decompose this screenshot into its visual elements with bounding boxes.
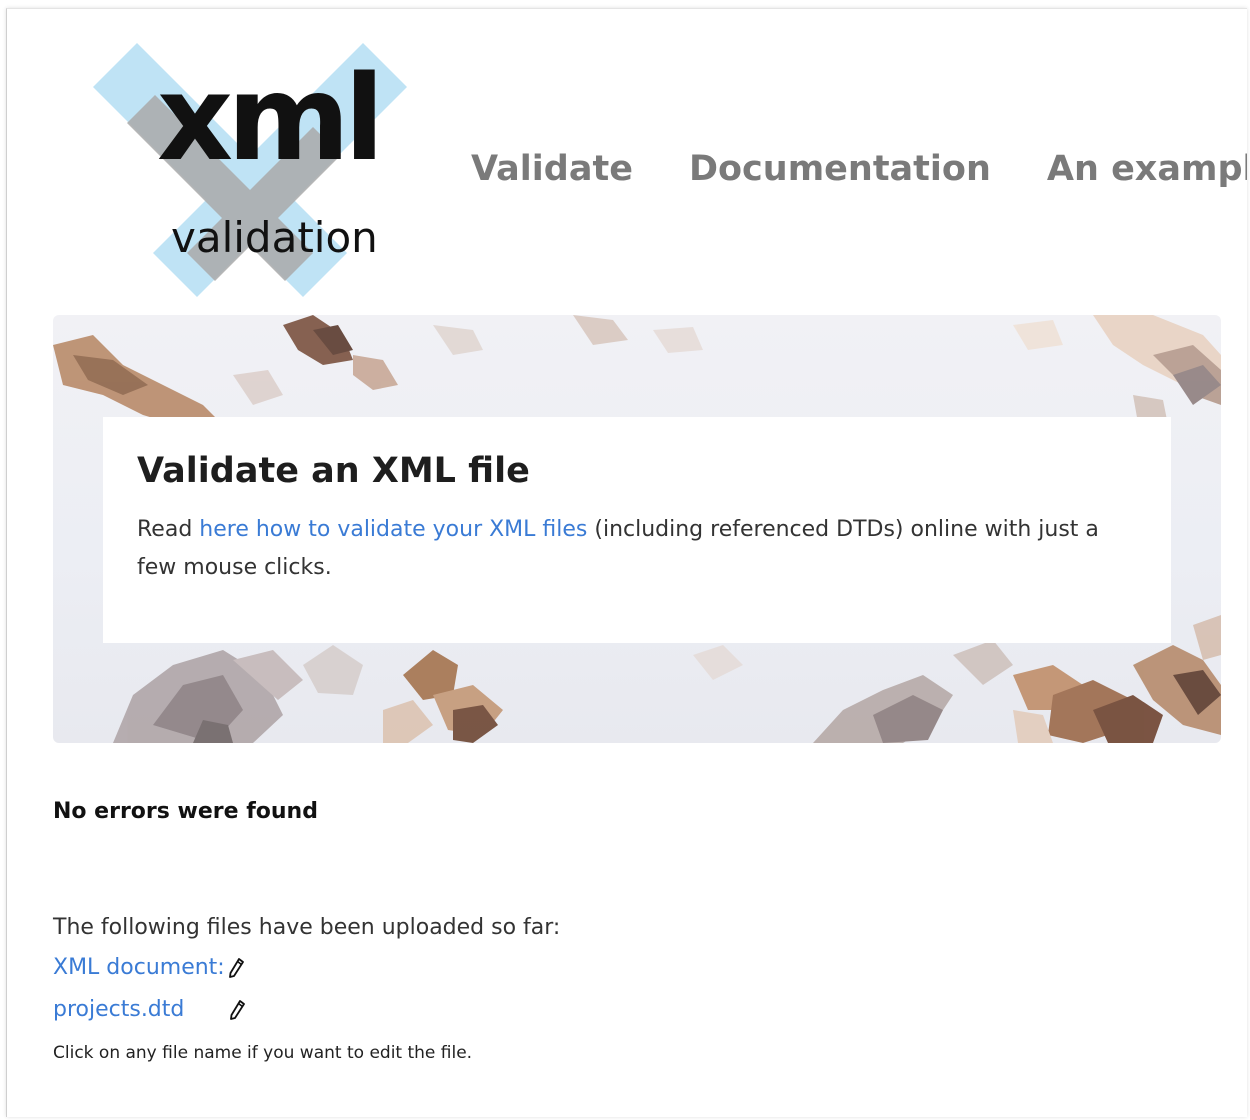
- logo-word: xml: [157, 49, 385, 187]
- hero-text-before: Read: [137, 517, 200, 542]
- hero-description: Read here how to validate your XML files…: [137, 511, 1137, 587]
- uploaded-file-item: XML document:: [53, 955, 245, 980]
- hero-how-to-link[interactable]: here how to validate your XML files: [199, 517, 587, 542]
- uploaded-file-item: projects.dtd: [53, 997, 246, 1022]
- site-logo[interactable]: xml validation: [85, 39, 415, 301]
- validation-status: No errors were found: [53, 799, 318, 824]
- hero-card: Validate an XML file Read here how to va…: [103, 417, 1171, 643]
- pencil-icon[interactable]: [227, 957, 245, 979]
- nav-validate[interactable]: Validate: [471, 149, 633, 189]
- nav-documentation[interactable]: Documentation: [689, 149, 991, 189]
- logo-subword: validation: [171, 213, 378, 262]
- hero-title: Validate an XML file: [137, 451, 530, 491]
- nav-example[interactable]: An example: [1047, 149, 1247, 189]
- file-link-xml-document[interactable]: XML document:: [53, 955, 225, 980]
- hero-banner: Validate an XML file Read here how to va…: [53, 315, 1221, 743]
- page-frame: xml validation Validate Documentation An…: [6, 8, 1247, 1117]
- edit-hint: Click on any file name if you want to ed…: [53, 1043, 473, 1063]
- uploaded-files-intro: The following files have been uploaded s…: [53, 915, 561, 940]
- file-link-projects-dtd[interactable]: projects.dtd: [53, 997, 184, 1022]
- main-nav: Validate Documentation An example: [471, 149, 1247, 189]
- pencil-icon[interactable]: [228, 999, 246, 1021]
